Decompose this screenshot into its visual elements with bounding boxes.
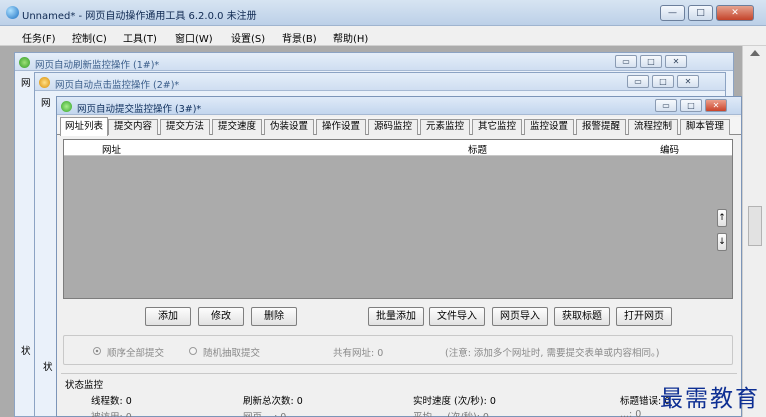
get-title-button[interactable]: 获取标题 — [554, 307, 610, 326]
child3-maximize-button[interactable]: □ — [680, 99, 702, 112]
child1-maximize-button[interactable]: □ — [640, 55, 662, 68]
child-window-submit[interactable]: 网页自动提交监控操作 (3#)* ▭ □ ✕ 网址列表 提交内容 提交方法 提交… — [56, 96, 742, 417]
file-import-button[interactable]: 文件导入 — [429, 307, 485, 326]
tab-strip: 网址列表 提交内容 提交方法 提交速度 伪装设置 操作设置 源码监控 元素监控 … — [57, 117, 741, 136]
url-table[interactable]: 网址 标题 编码 — [63, 139, 733, 299]
menu-control[interactable]: 控制(C) — [72, 30, 107, 45]
click-icon — [39, 77, 50, 88]
tab-submit-content[interactable]: 提交内容 — [108, 119, 158, 135]
app-title-bar: Unnamed* - 网页自动操作通用工具 6.2.0.0 未注册 — □ ✕ — [0, 0, 766, 26]
minimize-button[interactable]: — — [660, 5, 685, 21]
move-up-button[interactable]: ↑ — [717, 209, 727, 227]
status-row2-c: 平均 ... (次/秒): 0 — [413, 409, 489, 417]
child2-tab-stub[interactable]: 网 — [41, 95, 51, 109]
web-import-button[interactable]: 网页导入 — [492, 307, 548, 326]
sequential-radio[interactable] — [93, 347, 101, 355]
column-encoding[interactable]: 编码 — [660, 142, 679, 156]
scroll-thumb[interactable] — [748, 206, 762, 246]
random-radio[interactable] — [189, 347, 197, 355]
sequential-label[interactable]: 顺序全部提交 — [107, 345, 164, 359]
vertical-scrollbar[interactable] — [742, 46, 766, 417]
child1-tab-stub[interactable]: 网 — [21, 75, 31, 89]
mdi-workspace: 网页自动刷新监控操作 (1#)* ▭ □ ✕ 网 状 网页自动点击监控操作 (2… — [0, 46, 742, 417]
tab-monitor-settings[interactable]: 监控设置 — [524, 119, 574, 135]
url-count: 共有网址: 0 — [333, 348, 384, 359]
tab-source-monitor[interactable]: 源码监控 — [368, 119, 418, 135]
child2-status-stub: 状 — [43, 362, 53, 373]
child1-minimize-button[interactable]: ▭ — [615, 55, 637, 68]
note-text: (注意: 添加多个网址时, 需要提交表单或内容相同。) — [445, 348, 660, 359]
watermark-text: 最需教育 — [660, 386, 760, 412]
child3-close-button[interactable]: ✕ — [705, 99, 727, 112]
tab-disguise[interactable]: 伪装设置 — [264, 119, 314, 135]
status-row2-b: 网页 ...: 0 — [243, 409, 286, 417]
column-title[interactable]: 标题 — [468, 142, 487, 156]
tab-alarm[interactable]: 报警提醒 — [576, 119, 626, 135]
move-down-button[interactable]: ↓ — [717, 233, 727, 251]
child3-minimize-button[interactable]: ▭ — [655, 99, 677, 112]
maximize-button[interactable]: □ — [688, 5, 713, 21]
close-button[interactable]: ✕ — [716, 5, 754, 21]
tab-url-list[interactable]: 网址列表 — [60, 117, 108, 136]
child-window-click-title: 网页自动点击监控操作 (2#)* — [55, 80, 180, 91]
open-page-button[interactable]: 打开网页 — [616, 307, 672, 326]
status-heading: 状态监控 — [65, 380, 104, 391]
app-title: Unnamed* - 网页自动操作通用工具 6.2.0.0 未注册 — [22, 11, 257, 22]
child2-minimize-button[interactable]: ▭ — [627, 75, 649, 88]
tab-operation[interactable]: 操作设置 — [316, 119, 366, 135]
menu-bar: 任务(F) 控制(C) 工具(T) 窗口(W) 设置(S) 背景(B) 帮助(H… — [0, 26, 766, 46]
menu-settings[interactable]: 设置(S) — [231, 30, 265, 45]
child-window-submit-title: 网页自动提交监控操作 (3#)* — [77, 104, 202, 115]
status-row2-a: 被访用: 0 — [91, 409, 132, 417]
refresh-total: 刷新总次数: 0 — [243, 396, 303, 407]
child2-close-button[interactable]: ✕ — [677, 75, 699, 88]
menu-task[interactable]: 任务(F) — [22, 30, 56, 45]
child1-close-button[interactable]: ✕ — [665, 55, 687, 68]
submit-icon — [61, 101, 72, 112]
tab-script[interactable]: 脚本管理 — [680, 119, 730, 135]
menu-window[interactable]: 窗口(W) — [175, 30, 213, 45]
scroll-up-icon[interactable] — [750, 50, 760, 56]
status-row2-d: ...: 0 — [620, 409, 642, 417]
batch-add-button[interactable]: 批量添加 — [368, 307, 424, 326]
realtime-speed: 实时速度 (次/秒): 0 — [413, 396, 496, 407]
menu-tools[interactable]: 工具(T) — [123, 30, 157, 45]
column-url[interactable]: 网址 — [102, 142, 121, 156]
refresh-icon — [19, 57, 30, 68]
url-table-header: 网址 标题 编码 — [64, 140, 732, 156]
app-logo-icon — [6, 6, 19, 19]
menu-help[interactable]: 帮助(H) — [333, 30, 368, 45]
add-button[interactable]: 添加 — [145, 307, 191, 326]
edit-button[interactable]: 修改 — [198, 307, 244, 326]
child-window-click-titlebar[interactable]: 网页自动点击监控操作 (2#)* ▭ □ ✕ — [35, 73, 725, 91]
child-window-refresh-title: 网页自动刷新监控操作 (1#)* — [35, 60, 160, 71]
child-window-submit-titlebar[interactable]: 网页自动提交监控操作 (3#)* ▭ □ ✕ — [57, 97, 741, 115]
child-window-refresh-titlebar[interactable]: 网页自动刷新监控操作 (1#)* ▭ □ ✕ — [15, 53, 733, 71]
random-label[interactable]: 随机抽取提交 — [203, 345, 260, 359]
child1-status-stub: 状 — [21, 346, 31, 357]
menu-background[interactable]: 背景(B) — [282, 30, 317, 45]
thread-count: 线程数: 0 — [91, 396, 132, 407]
tab-other-monitor[interactable]: 其它监控 — [472, 119, 522, 135]
tab-submit-speed[interactable]: 提交速度 — [212, 119, 262, 135]
tab-flow-control[interactable]: 流程控制 — [628, 119, 678, 135]
tab-submit-method[interactable]: 提交方法 — [160, 119, 210, 135]
tab-element-monitor[interactable]: 元素监控 — [420, 119, 470, 135]
child2-maximize-button[interactable]: □ — [652, 75, 674, 88]
delete-button[interactable]: 删除 — [251, 307, 297, 326]
